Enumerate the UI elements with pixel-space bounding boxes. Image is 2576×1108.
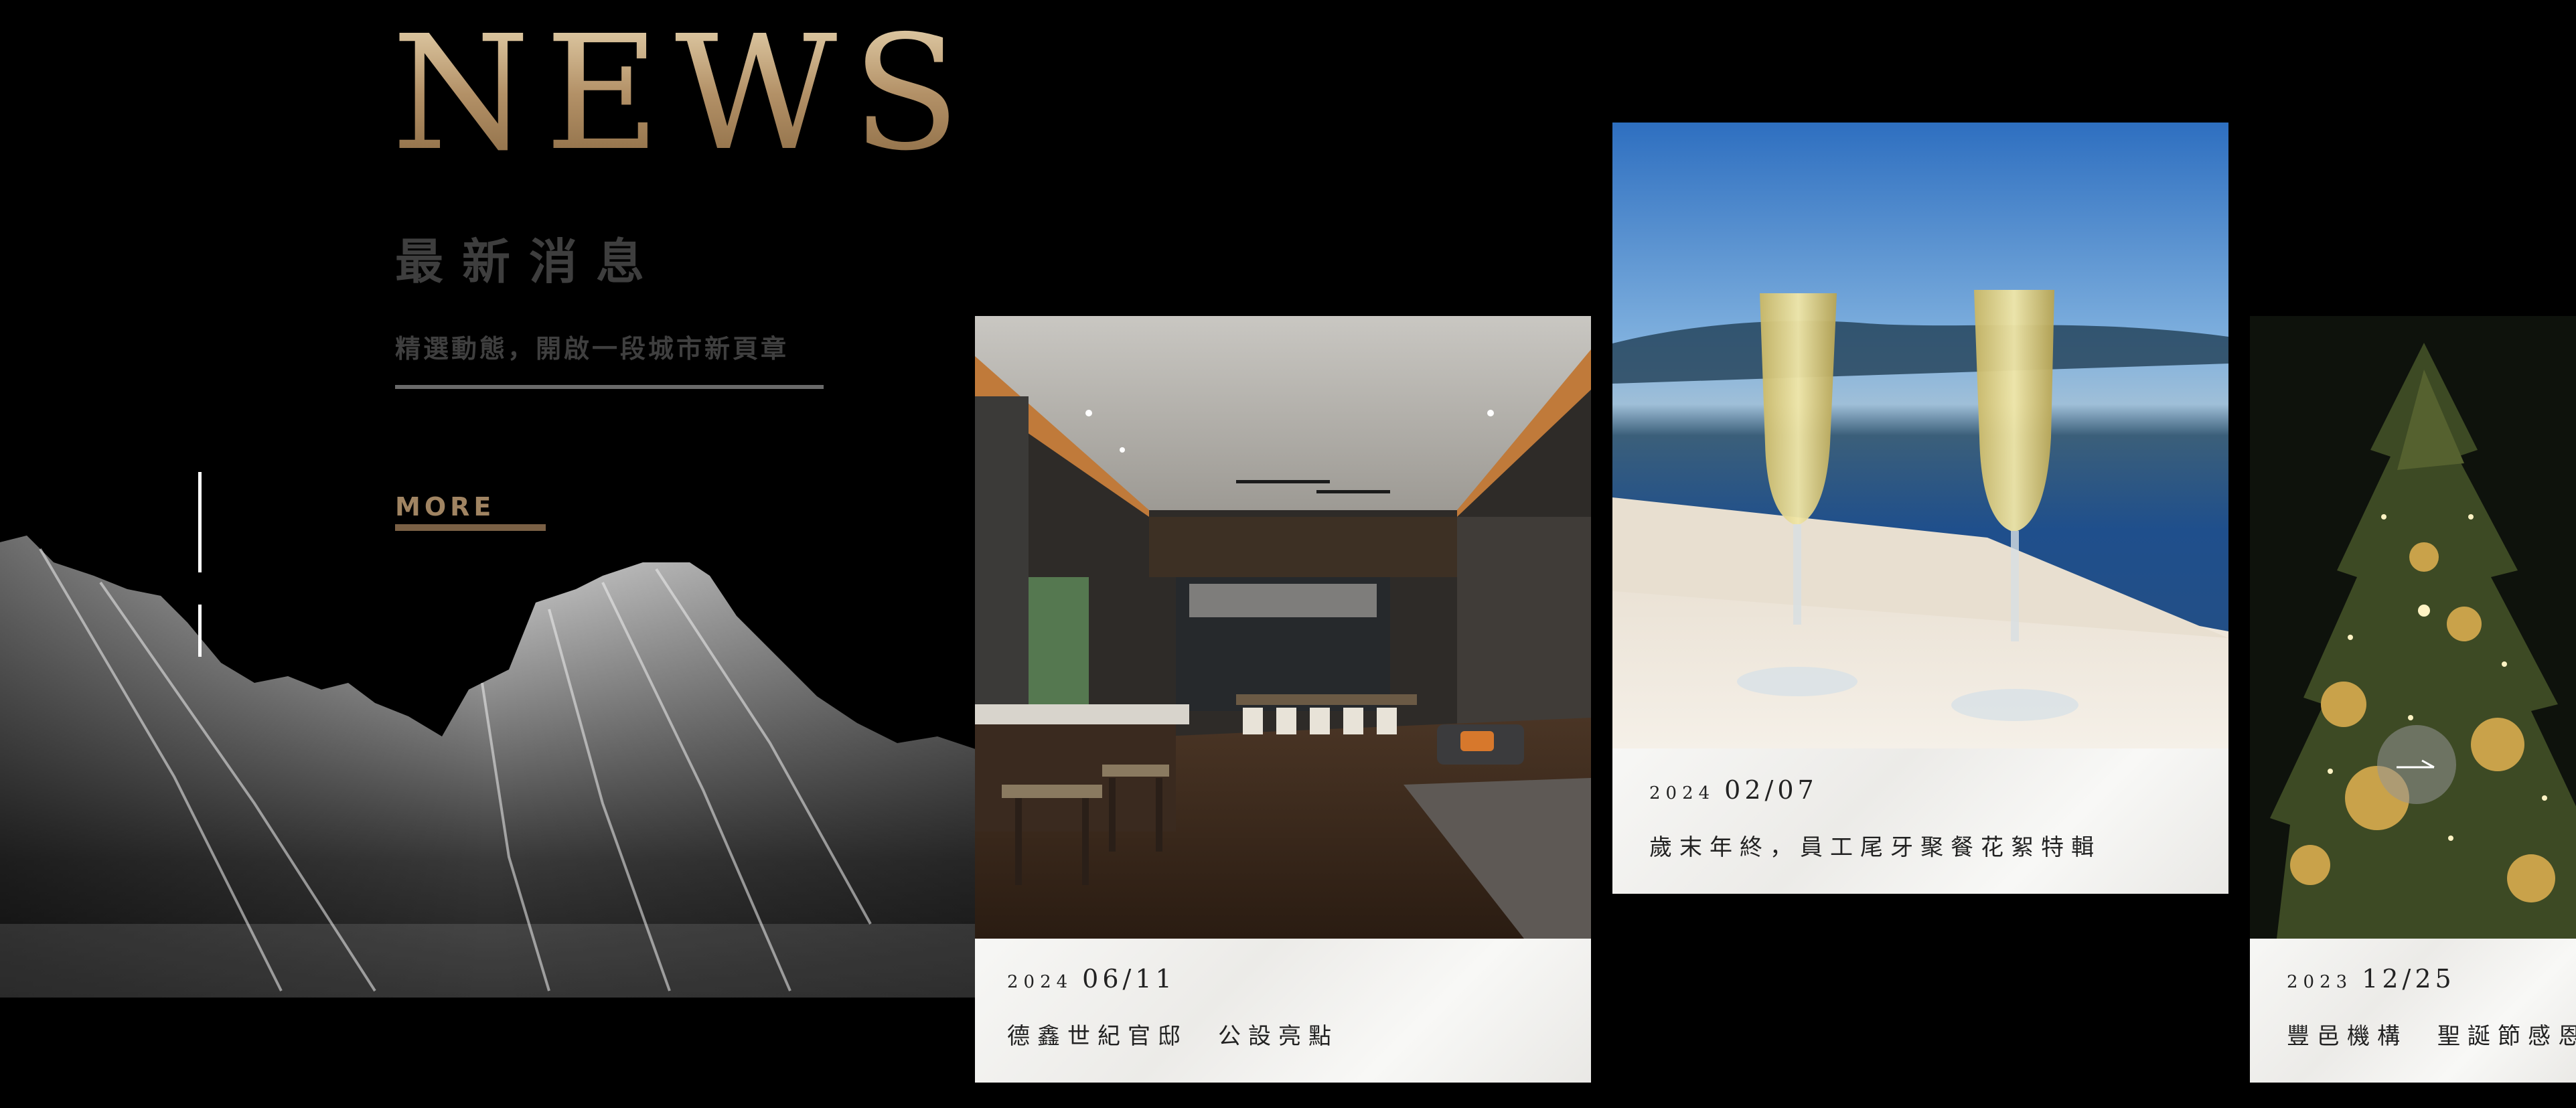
carousel-next-button[interactable] [2377, 725, 2456, 804]
christmas-tree-image [2250, 316, 2576, 939]
news-card-caption: 2024 02/07 歲末年終，員工尾牙聚餐花絮特輯 [1612, 748, 2228, 894]
news-card-caption: 2023 12/25 豐邑機構 聖誕節感恩 [2250, 939, 2576, 1083]
news-date: 2024 02/07 [1649, 775, 1818, 805]
vertical-divider-line [198, 472, 202, 572]
news-year: 2024 [1007, 972, 1073, 992]
vertical-divider-line [198, 605, 202, 657]
news-month-day: 12/25 [2362, 964, 2455, 994]
champagne-glasses-image [1612, 123, 2228, 748]
section-title: NEWS [392, 1, 976, 185]
news-card[interactable]: 2024 02/07 歲末年終，員工尾牙聚餐花絮特輯 [1612, 123, 2228, 894]
mountain-background-image [0, 536, 978, 998]
news-year: 2024 [1649, 783, 1716, 803]
more-link-underline [395, 524, 546, 531]
news-month-day: 06/11 [1082, 964, 1176, 994]
news-date: 2024 06/11 [1007, 964, 1176, 994]
section-description: 精選動態，開啟一段城市新頁章 [395, 334, 789, 364]
more-link[interactable]: MORE [395, 492, 495, 522]
section-subtitle: 最新消息 [395, 234, 664, 290]
lounge-interior-image [975, 316, 1591, 939]
news-card[interactable]: 2023 12/25 豐邑機構 聖誕節感恩 [2250, 316, 2576, 1083]
news-date: 2023 12/25 [2287, 964, 2455, 994]
arrow-right-icon [2397, 759, 2435, 769]
news-title[interactable]: 德鑫世紀官邸 公設亮點 [1007, 1018, 1339, 1050]
news-title[interactable]: 歲末年終，員工尾牙聚餐花絮特輯 [1649, 829, 2101, 862]
news-month-day: 02/07 [1724, 775, 1818, 805]
news-title[interactable]: 豐邑機構 聖誕節感恩 [2287, 1018, 2576, 1050]
news-card[interactable]: 2024 06/11 德鑫世紀官邸 公設亮點 [975, 316, 1591, 1083]
news-card-caption: 2024 06/11 德鑫世紀官邸 公設亮點 [975, 939, 1591, 1083]
news-year: 2023 [2287, 972, 2353, 992]
heading-underline [395, 385, 824, 389]
